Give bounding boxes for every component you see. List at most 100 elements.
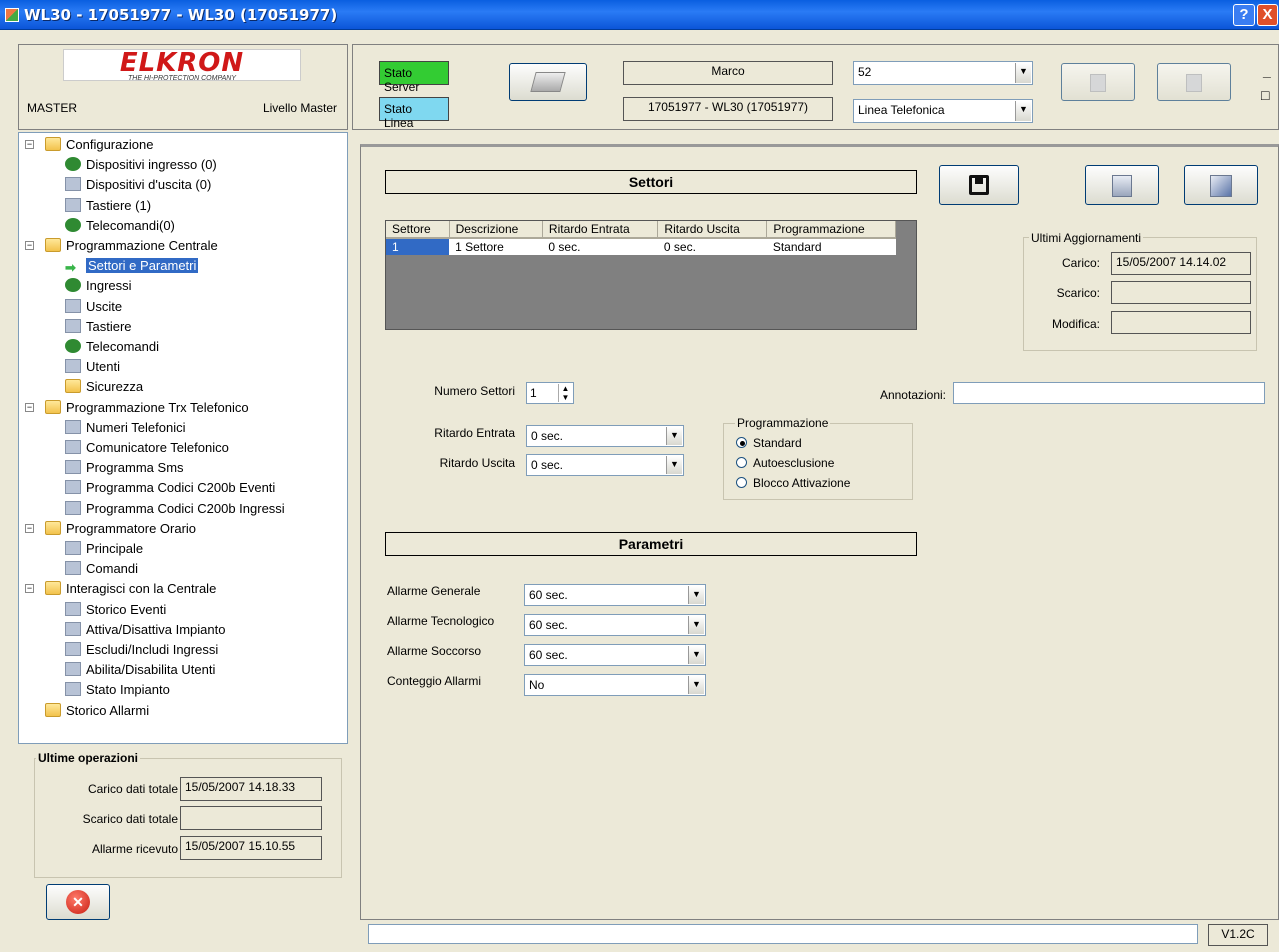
tree-item[interactable]: Programmazione Trx Telefonico	[45, 398, 249, 418]
radio-icon	[736, 477, 747, 488]
parameter-select[interactable]: No ▼	[524, 674, 706, 696]
export-button[interactable]	[1184, 165, 1258, 205]
column-header[interactable]: Programmazione	[766, 221, 896, 239]
parameter-select[interactable]: 60 sec. ▼	[524, 644, 706, 666]
column-header[interactable]: Settore	[386, 221, 450, 239]
list-icon	[65, 621, 81, 636]
column-header[interactable]: Ritardo Entrata	[542, 221, 659, 239]
tree-item-label: Dispositivi d'uscita (0)	[86, 177, 212, 193]
tree-item-label: Escludi/Includi Ingressi	[86, 642, 219, 657]
table-row[interactable]: 1 1 Settore 0 sec. 0 sec. Standard	[386, 238, 896, 255]
entry-delay-select[interactable]: 0 sec. ▼	[526, 425, 684, 447]
programming-radio-option[interactable]: Autoesclusione	[736, 456, 850, 476]
parameter-select[interactable]: 60 sec. ▼	[524, 584, 706, 606]
user-label: MASTER	[27, 101, 78, 115]
column-header[interactable]: Ritardo Uscita	[657, 221, 768, 239]
settori-grid[interactable]: Settore Descrizione Ritardo Entrata Ritardo…	[385, 220, 917, 330]
tree-item[interactable]: Attiva/Disattiva Impianto	[65, 620, 225, 640]
collapse-icon[interactable]: −	[25, 523, 34, 533]
phone-icon	[65, 440, 81, 454]
tree-item[interactable]: Dispositivi d'uscita (0)	[65, 175, 211, 195]
chevron-down-icon: ▼	[666, 427, 682, 445]
tree-item[interactable]: Interagisci con la Centrale	[45, 579, 216, 599]
tree-item[interactable]: Programmatore Orario	[45, 519, 196, 539]
maximize-button[interactable]: □	[1261, 87, 1269, 103]
parameter-label: Allarme Generale	[387, 584, 481, 598]
radio-label: Autoesclusione	[753, 456, 835, 470]
version-label: V1.2C	[1208, 924, 1268, 946]
tree-item[interactable]: Comunicatore Telefonico	[65, 438, 229, 458]
sector-count-spinner[interactable]: 1 ▲ ▼	[526, 382, 574, 404]
modem-icon	[530, 72, 566, 92]
arrow-icon: ➡	[65, 260, 76, 276]
tree-item[interactable]: Telecomandi	[65, 337, 159, 357]
tree-item[interactable]: Tastiere (1)	[65, 196, 151, 216]
help-button[interactable]: ?	[1233, 4, 1255, 26]
tree-item[interactable]: Comandi	[65, 559, 138, 579]
tree-item[interactable]: Stato Impianto	[65, 680, 170, 700]
tree-item[interactable]: Ingressi	[65, 276, 132, 296]
save-button[interactable]	[939, 165, 1019, 205]
collapse-icon[interactable]: −	[25, 584, 34, 594]
import-button[interactable]	[1085, 165, 1159, 205]
collapse-icon[interactable]: −	[25, 140, 34, 149]
exit-delay-select[interactable]: 0 sec. ▼	[526, 454, 684, 476]
folder-icon	[45, 137, 61, 151]
programming-radio-option[interactable]: Standard	[736, 436, 850, 456]
tree-item[interactable]: Configurazione	[45, 135, 153, 155]
tree-item[interactable]: Storico Allarmi	[45, 701, 149, 721]
tree-item[interactable]: Utenti	[65, 357, 120, 377]
tree-item[interactable]: Programma Codici C200b Eventi	[65, 478, 275, 498]
tree-item[interactable]: Numeri Telefonici	[65, 418, 185, 438]
tree-item[interactable]: Escludi/Includi Ingressi	[65, 640, 218, 660]
minimize-button[interactable]: _	[1263, 63, 1271, 79]
close-button[interactable]: X	[1257, 4, 1278, 26]
tree-item[interactable]: Abilita/Disabilita Utenti	[65, 660, 215, 680]
elkron-logo: ELKRON THE HI-PROTECTION COMPANY	[63, 49, 301, 82]
modify-date-label: Modifica:	[1051, 317, 1100, 331]
entry-delay-label: Ritardo Entrata	[434, 426, 515, 440]
total-upload-label: Carico dati totale	[87, 782, 178, 796]
connect-button[interactable]	[509, 63, 587, 101]
chevron-down-icon: ▼	[666, 456, 682, 474]
parameter-select[interactable]: 60 sec. ▼	[524, 614, 706, 636]
tree-item[interactable]: Telecomandi(0)	[65, 216, 175, 236]
tree-item-label: Abilita/Disabilita Utenti	[86, 662, 216, 678]
chevron-down-icon: ▼	[688, 646, 704, 664]
chevron-down-icon: ▼	[688, 676, 704, 694]
total-download-label: Scarico dati totale	[82, 812, 178, 826]
upload-button[interactable]	[1061, 63, 1135, 101]
programming-radio-list: Standard Autoesclusione Blocco Attivazione	[736, 436, 850, 496]
radio-label: Blocco Attivazione	[753, 476, 851, 490]
connection-type-select[interactable]: Linea Telefonica ▼	[853, 99, 1033, 123]
navigation-tree[interactable]: Configurazione − Dispositivi ingresso (0) D…	[18, 132, 348, 744]
tree-item[interactable]: Sicurezza	[65, 377, 143, 397]
parameter-row: Allarme Tecnologico 60 sec. ▼	[385, 610, 715, 636]
tree-item[interactable]: Uscite	[65, 297, 122, 317]
notes-input[interactable]	[953, 382, 1265, 404]
tree-item[interactable]: Dispositivi ingresso (0)	[65, 155, 217, 175]
tree-item[interactable]: Programma Codici C200b Ingressi	[65, 499, 285, 519]
exit-delay-label: Ritardo Uscita	[439, 456, 515, 470]
exit-button[interactable]: ✕	[46, 884, 110, 920]
tree-item[interactable]: Tastiere	[65, 317, 132, 337]
central-select[interactable]: 52 ▼	[853, 61, 1033, 85]
total-upload-value: 15/05/2007 14.18.33	[180, 777, 322, 801]
remote-icon	[65, 217, 81, 232]
tree-item-label: Programma Codici C200b Ingressi	[86, 500, 285, 516]
programming-radio-option[interactable]: Blocco Attivazione	[736, 476, 850, 496]
tree-item[interactable]: Principale	[65, 539, 143, 559]
chevron-down-icon: ▼	[688, 616, 704, 634]
collapse-icon[interactable]: −	[25, 241, 34, 250]
column-header[interactable]: Descrizione	[449, 221, 543, 239]
tree-item[interactable]: Programmazione Centrale	[45, 236, 218, 256]
parameters-list: Allarme Generale 60 sec. ▼ Allarme Tecnolog…	[385, 580, 715, 700]
tree-item[interactable]: Storico Eventi	[65, 600, 166, 620]
tree-item[interactable]: ➡ Settori e Parametri	[65, 256, 199, 276]
floppy-icon	[969, 175, 989, 195]
collapse-icon[interactable]: −	[25, 402, 34, 412]
parameter-label: Conteggio Allarmi	[387, 674, 482, 688]
download-button[interactable]	[1157, 63, 1231, 101]
tree-item[interactable]: Programma Sms	[65, 458, 184, 478]
notes-label: Annotazioni:	[879, 388, 946, 402]
